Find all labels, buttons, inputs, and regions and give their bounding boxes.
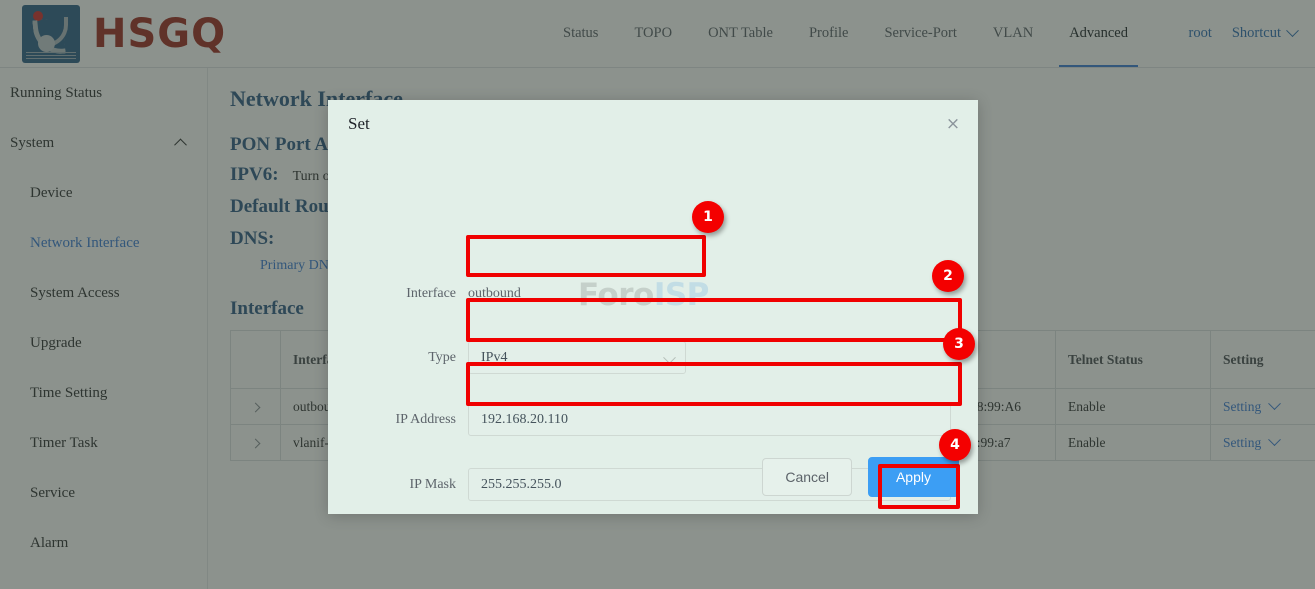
chevron-down-icon (665, 354, 674, 370)
ip-mask-value: 255.255.255.0 (481, 477, 562, 493)
apply-button[interactable]: Apply (868, 457, 959, 497)
annotation-badge-2: 2 (932, 260, 964, 292)
field-row-type: Type IPv4 (328, 341, 978, 374)
ip-mask-label: IP Mask (328, 477, 468, 493)
annotation-badge-1: 1 (692, 201, 724, 233)
ip-address-value: 192.168.20.110 (481, 412, 568, 428)
annotation-badge-3: 3 (943, 328, 975, 360)
set-interface-dialog: Set × Interface outbound Type IPv4 IP Ad… (328, 100, 978, 514)
annotation-badge-4: 4 (939, 429, 971, 461)
type-label: Type (328, 350, 468, 366)
ip-address-label: IP Address (328, 412, 468, 428)
interface-label: Interface (328, 286, 468, 302)
interface-value: outbound (468, 286, 521, 302)
dialog-title: Set (348, 114, 370, 134)
ip-address-input[interactable]: 192.168.20.110 (468, 403, 951, 436)
cancel-button[interactable]: Cancel (762, 458, 852, 496)
field-row-ip-address: IP Address 192.168.20.110 (328, 403, 978, 436)
app-root: HSGQ Status TOPO ONT Table Profile Servi… (0, 0, 1315, 589)
dialog-footer: Cancel Apply (762, 457, 959, 497)
type-select[interactable]: IPv4 (468, 341, 686, 374)
close-icon[interactable]: × (942, 113, 964, 135)
field-row-interface: Interface outbound (328, 286, 978, 302)
type-select-value: IPv4 (481, 350, 507, 366)
